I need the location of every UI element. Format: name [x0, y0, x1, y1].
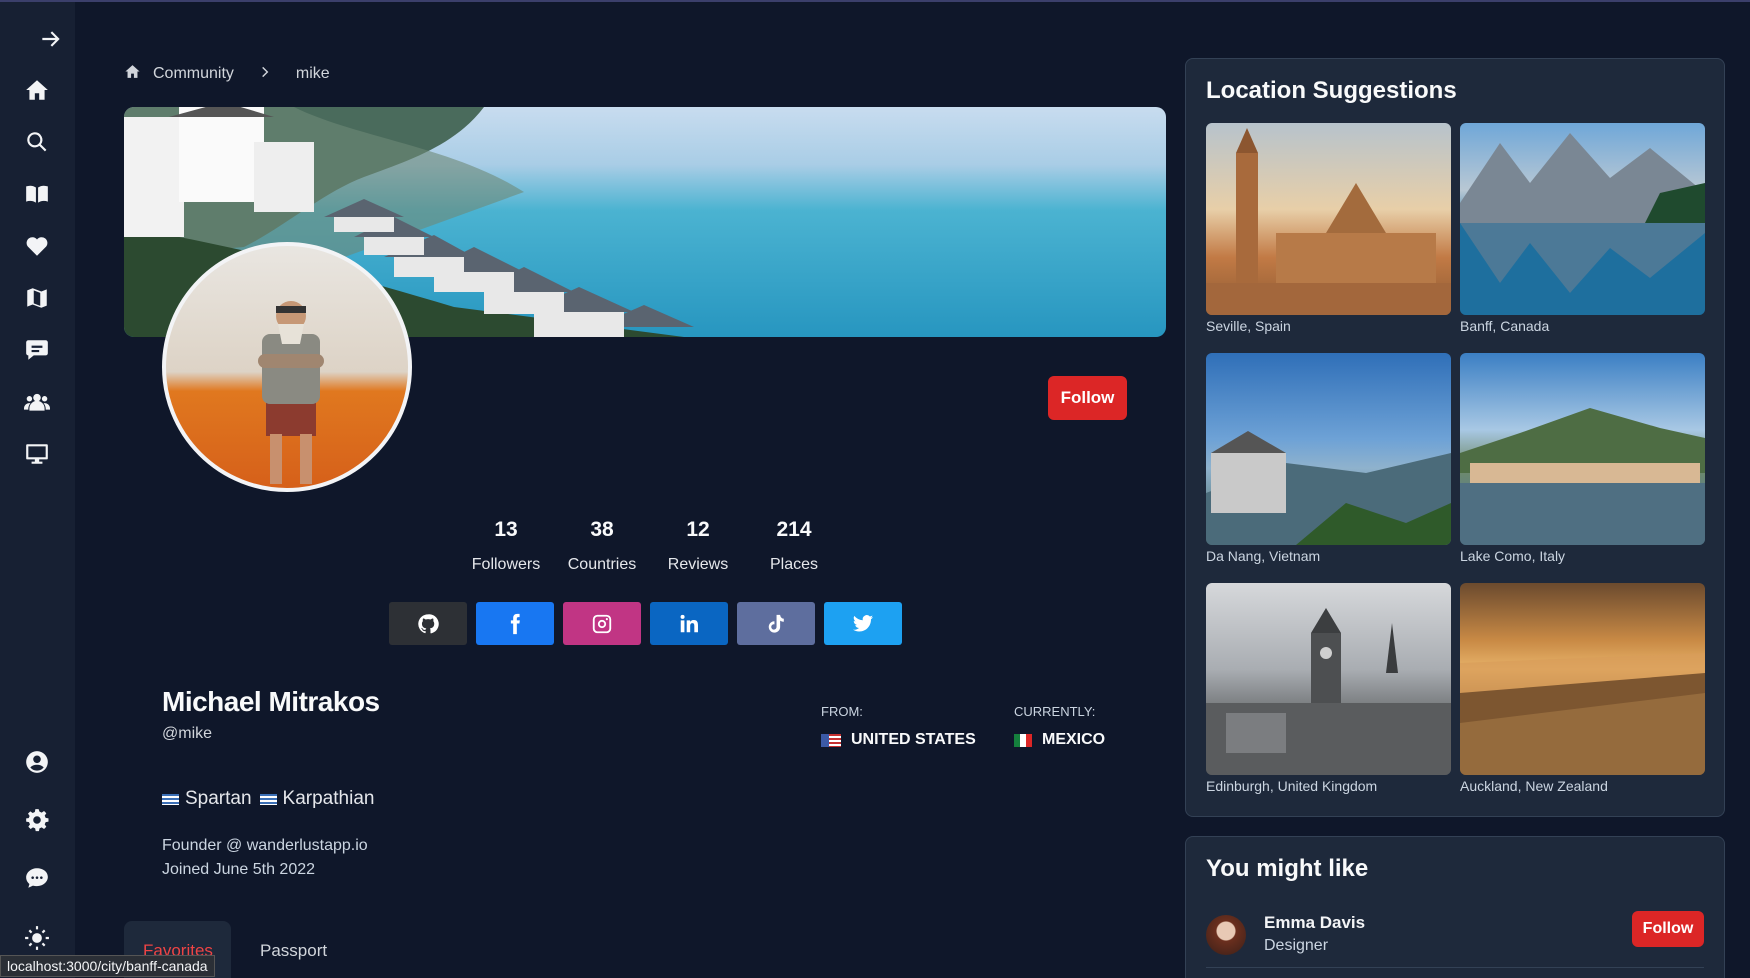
follow-user-button[interactable]: Follow	[1632, 911, 1704, 947]
stat-label: Places	[769, 556, 819, 573]
chat-bubble-icon[interactable]	[18, 331, 56, 369]
message-icon[interactable]	[18, 859, 56, 897]
location-card-da-nang[interactable]: Da Nang, Vietnam	[1206, 353, 1451, 564]
chevron-right-icon	[258, 65, 272, 84]
stat-reviews[interactable]: 12 Reviews	[650, 518, 746, 574]
stat-places[interactable]: 214 Places	[746, 518, 842, 574]
location-image	[1206, 353, 1451, 545]
users-icon[interactable]	[18, 383, 56, 421]
from-value: UNITED STATES	[851, 731, 976, 748]
facebook-icon	[510, 613, 520, 634]
location-image	[1206, 583, 1451, 775]
joined-date: Joined June 5th 2022	[162, 861, 316, 878]
profile-bio: Founder @ wanderlustapp.io Joined June 5…	[162, 834, 368, 882]
you-might-like-panel: You might like Emma Davis Designer Follo…	[1185, 836, 1725, 978]
stat-countries[interactable]: 38 Countries	[554, 518, 650, 574]
tab-passport[interactable]: Passport	[260, 921, 327, 978]
stat-value: 38	[590, 518, 614, 541]
sidebar	[0, 2, 75, 978]
location-name: Edinburgh, United Kingdom	[1206, 778, 1378, 794]
tag-label: Spartan	[185, 788, 252, 809]
divider	[1206, 967, 1704, 968]
window-top-edge	[0, 0, 1750, 2]
profile-stats: 13 Followers 38 Countries 12 Reviews 214…	[458, 518, 842, 574]
location-card-lake-como[interactable]: Lake Como, Italy	[1460, 353, 1705, 564]
current-label: CURRENTLY:	[1014, 704, 1096, 719]
user-circle-icon[interactable]	[18, 743, 56, 781]
location-image	[1206, 123, 1451, 315]
facebook-button[interactable]	[476, 602, 554, 645]
follow-button[interactable]: Follow	[1048, 376, 1127, 420]
sun-icon[interactable]	[18, 919, 56, 957]
stat-value: 13	[494, 518, 518, 541]
book-icon[interactable]	[18, 175, 56, 213]
github-icon	[418, 613, 439, 633]
location-name: Seville, Spain	[1206, 318, 1291, 334]
breadcrumb-current: mike	[295, 65, 330, 82]
profile-handle: @mike	[162, 725, 213, 742]
stat-label: Reviews	[667, 556, 729, 573]
location-name: Banff, Canada	[1460, 318, 1550, 334]
greece-flag-icon	[162, 793, 179, 805]
profile-tags: Spartan Karpathian	[162, 788, 374, 810]
social-links	[389, 602, 902, 645]
location-card-edinburgh[interactable]: Edinburgh, United Kingdom	[1206, 583, 1451, 794]
location-name: Auckland, New Zealand	[1460, 778, 1608, 794]
greece-flag-icon	[259, 793, 277, 805]
current-value: MEXICO	[1042, 731, 1106, 748]
home-icon[interactable]	[18, 71, 56, 109]
avatar[interactable]	[1206, 915, 1246, 955]
twitter-button[interactable]	[824, 602, 902, 645]
home-icon[interactable]	[124, 63, 141, 85]
stat-followers[interactable]: 13 Followers	[458, 518, 554, 574]
current-country: CURRENTLY: MEXICO	[1014, 704, 1105, 749]
location-image	[1460, 353, 1705, 545]
location-image	[1460, 123, 1705, 315]
suggested-user-row[interactable]: Emma Davis Designer Follow	[1206, 911, 1704, 961]
user-role: Designer	[1264, 937, 1329, 954]
profile-avatar	[162, 242, 412, 492]
tiktok-icon	[768, 614, 784, 633]
location-name: Da Nang, Vietnam	[1206, 548, 1321, 564]
user-name[interactable]: Emma Davis	[1264, 913, 1365, 933]
from-label: FROM:	[821, 704, 863, 719]
github-button[interactable]	[389, 602, 467, 645]
tag-label: Karpathian	[282, 788, 375, 809]
profile-name: Michael Mitrakos	[162, 686, 380, 717]
from-country: FROM: UNITED STATES	[821, 704, 976, 749]
location-image	[1460, 583, 1705, 775]
stat-label: Countries	[567, 556, 637, 573]
map-icon[interactable]	[18, 279, 56, 317]
expand-arrow-icon[interactable]	[36, 20, 66, 58]
location-suggestions-panel: Location Suggestions Seville, Spain Banf…	[1185, 58, 1725, 817]
stat-label: Followers	[471, 556, 541, 573]
status-bar-url: localhost:3000/city/banff-canada	[0, 955, 215, 977]
location-name: Lake Como, Italy	[1460, 548, 1566, 564]
breadcrumb: Community mike	[124, 62, 330, 86]
instagram-button[interactable]	[563, 602, 641, 645]
location-card-auckland[interactable]: Auckland, New Zealand	[1460, 583, 1705, 794]
location-card-seville[interactable]: Seville, Spain	[1206, 123, 1451, 334]
linkedin-button[interactable]	[650, 602, 728, 645]
location-card-banff[interactable]: Banff, Canada	[1460, 123, 1705, 334]
stat-value: 214	[776, 518, 812, 541]
linkedin-icon	[680, 614, 698, 632]
breadcrumb-community[interactable]: Community	[153, 65, 234, 83]
heart-icon[interactable]	[18, 227, 56, 265]
gear-icon[interactable]	[18, 801, 56, 839]
tiktok-button[interactable]	[737, 602, 815, 645]
mexico-flag-icon	[1014, 733, 1032, 747]
panel-title: You might like	[1206, 855, 1369, 882]
us-flag-icon	[821, 733, 841, 747]
twitter-icon	[852, 614, 874, 632]
bio-line: Founder @ wanderlustapp.io	[162, 837, 368, 854]
stat-value: 12	[686, 518, 710, 541]
instagram-icon	[592, 614, 612, 633]
search-icon[interactable]	[18, 123, 56, 161]
monitor-icon[interactable]	[18, 435, 56, 473]
panel-title: Location Suggestions	[1206, 77, 1457, 104]
